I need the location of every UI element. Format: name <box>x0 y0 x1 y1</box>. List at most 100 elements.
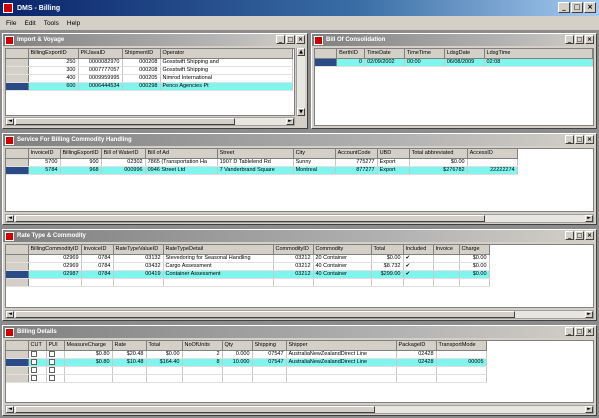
table-cell[interactable]: 02987 <box>28 270 82 279</box>
horizontal-scrollbar[interactable]: ◄ ► <box>5 117 295 126</box>
table-row[interactable] <box>6 366 487 375</box>
handling-grid[interactable]: InvoiceID BillingExportID Bill of WaterID B… <box>5 148 594 212</box>
menu-tools[interactable]: Tools <box>40 20 63 27</box>
table-row[interactable]: 600 0006444534 000298 Penco Agencies Pt <box>6 82 293 91</box>
table-row[interactable]: 02969 0784 03132 Stevedoring for Seasonal H… <box>6 254 490 263</box>
table-cell[interactable]: 0006444534 <box>78 82 123 91</box>
table-cell[interactable]: 10.000 <box>222 358 253 367</box>
table-cell[interactable] <box>112 366 147 375</box>
table-cell[interactable]: 0784 <box>81 270 114 279</box>
details-grid[interactable]: CUT PUI MeasureCharge Rate Total NoOfUnits Qty… <box>5 340 594 403</box>
table-cell[interactable]: 40 Container <box>313 262 372 271</box>
column-header[interactable]: PackageID <box>396 341 437 351</box>
panel-minimize-button[interactable]: _ <box>565 135 574 144</box>
table-row[interactable]: 5700 900 02302 7865 (Transportation Ha 1907 … <box>6 158 518 167</box>
column-header[interactable]: Qty <box>222 341 253 351</box>
table-cell[interactable]: Export <box>377 158 410 167</box>
table-cell[interactable] <box>222 374 253 383</box>
table-cell[interactable]: Gosstwift Shipping <box>160 66 293 75</box>
column-header[interactable]: Street <box>217 149 294 159</box>
table-cell[interactable] <box>286 366 397 375</box>
column-header[interactable]: CommodityID <box>273 245 314 255</box>
checkbox-cell[interactable] <box>28 358 47 367</box>
row-selector-header[interactable] <box>6 245 29 255</box>
row-selector[interactable] <box>6 158 29 167</box>
column-header[interactable]: BillingExportID <box>60 149 102 159</box>
table-cell[interactable]: 0.000 <box>222 350 253 359</box>
row-selector[interactable] <box>6 74 29 83</box>
table-cell[interactable]: 02302 <box>101 158 146 167</box>
table-cell[interactable]: 8 <box>182 358 223 367</box>
table-row[interactable] <box>6 278 490 287</box>
table-cell[interactable] <box>436 374 487 383</box>
table-cell[interactable] <box>436 366 487 375</box>
column-header[interactable]: PKJavaID <box>78 49 123 59</box>
table-row[interactable]: 02969 0784 03432 Cargo Assessment 03212 40 Co… <box>6 262 490 271</box>
menu-edit[interactable]: Edit <box>20 20 39 27</box>
checkbox[interactable] <box>30 374 37 381</box>
column-header[interactable]: TimeDate <box>364 49 405 59</box>
checkbox-cell[interactable] <box>28 366 47 375</box>
row-selector[interactable] <box>6 350 29 359</box>
panel-maximize-button[interactable]: □ <box>575 135 584 144</box>
column-header[interactable]: Shipper <box>286 341 397 351</box>
table-cell[interactable] <box>163 278 274 287</box>
table-cell[interactable]: $10.48 <box>112 358 147 367</box>
panel-minimize-button[interactable]: _ <box>565 327 574 336</box>
table-row[interactable] <box>6 374 487 383</box>
table-cell[interactable] <box>112 374 147 383</box>
table-cell[interactable]: 07547 <box>252 350 287 359</box>
column-header[interactable]: LdsgTime <box>484 49 593 59</box>
column-header[interactable]: PUI <box>46 341 65 351</box>
table-cell[interactable]: $299.00 <box>371 270 404 279</box>
table-cell[interactable] <box>371 278 404 287</box>
column-header[interactable]: CUT <box>28 341 47 351</box>
column-header[interactable]: RateTypeValueID <box>113 245 164 255</box>
table-cell[interactable] <box>436 350 487 359</box>
table-cell[interactable]: 000205 <box>122 74 161 83</box>
scroll-left-arrow[interactable]: ◄ <box>6 118 14 125</box>
column-header[interactable]: AccessID <box>467 149 518 159</box>
scroll-thumb[interactable] <box>15 215 485 222</box>
table-cell[interactable]: 03132 <box>113 254 164 263</box>
column-header[interactable]: Rate <box>112 341 147 351</box>
table-row[interactable]: 02987 0784 00419 Container Assessment 03212 4… <box>6 270 490 279</box>
menu-file[interactable]: File <box>2 20 20 27</box>
column-header[interactable]: LdsgDate <box>444 49 485 59</box>
table-cell[interactable]: AustraliaNewZealandDirect Line <box>286 350 397 359</box>
table-cell[interactable]: 900 <box>60 158 102 167</box>
column-header[interactable]: BillingExportID <box>28 49 79 59</box>
scroll-thumb[interactable] <box>15 406 375 413</box>
column-header[interactable]: NoOfUnits <box>182 341 223 351</box>
table-cell[interactable]: 06/08/2009 <box>444 58 485 67</box>
column-header[interactable]: InvoiceID <box>81 245 114 255</box>
table-cell[interactable] <box>403 278 434 287</box>
table-cell[interactable]: $276782 <box>409 166 468 175</box>
panel-maximize-button[interactable]: □ <box>575 327 584 336</box>
table-cell[interactable]: 03432 <box>113 262 164 271</box>
table-row[interactable]: 5784 968 000996 0946 Street Ltd 7 Vanderbran… <box>6 166 518 175</box>
horizontal-scrollbar[interactable]: ◄ ► <box>5 214 594 223</box>
column-header[interactable]: TransportMode <box>436 341 487 351</box>
scroll-thumb[interactable] <box>15 118 235 125</box>
table-cell[interactable]: 02:08 <box>484 58 593 67</box>
row-selector-header[interactable] <box>6 149 29 159</box>
panel-minimize-button[interactable]: _ <box>565 35 574 44</box>
table-cell[interactable]: 775277 <box>335 158 378 167</box>
table-cell[interactable]: Sunny <box>293 158 336 167</box>
table-cell[interactable]: 02428 <box>396 350 437 359</box>
panel-maximize-button[interactable]: □ <box>575 231 584 240</box>
table-cell[interactable] <box>467 158 518 167</box>
row-selector[interactable] <box>6 270 29 279</box>
table-cell[interactable]: ✔ <box>403 262 434 271</box>
table-cell[interactable]: Stevedoring for Seasonal Handling <box>163 254 274 263</box>
row-selector[interactable] <box>6 374 29 383</box>
table-cell[interactable]: Cargo Assessment <box>163 262 274 271</box>
table-cell[interactable]: Gosstwift Shipping and <box>160 58 293 67</box>
menu-help[interactable]: Help <box>63 20 84 27</box>
table-row[interactable]: 250 0000082970 000208 Gosstwift Shipping an… <box>6 58 293 67</box>
table-cell[interactable] <box>252 366 287 375</box>
table-cell[interactable]: 40 Container <box>313 270 372 279</box>
table-cell[interactable]: $8.732 <box>371 262 404 271</box>
table-cell[interactable]: 2 <box>182 350 223 359</box>
